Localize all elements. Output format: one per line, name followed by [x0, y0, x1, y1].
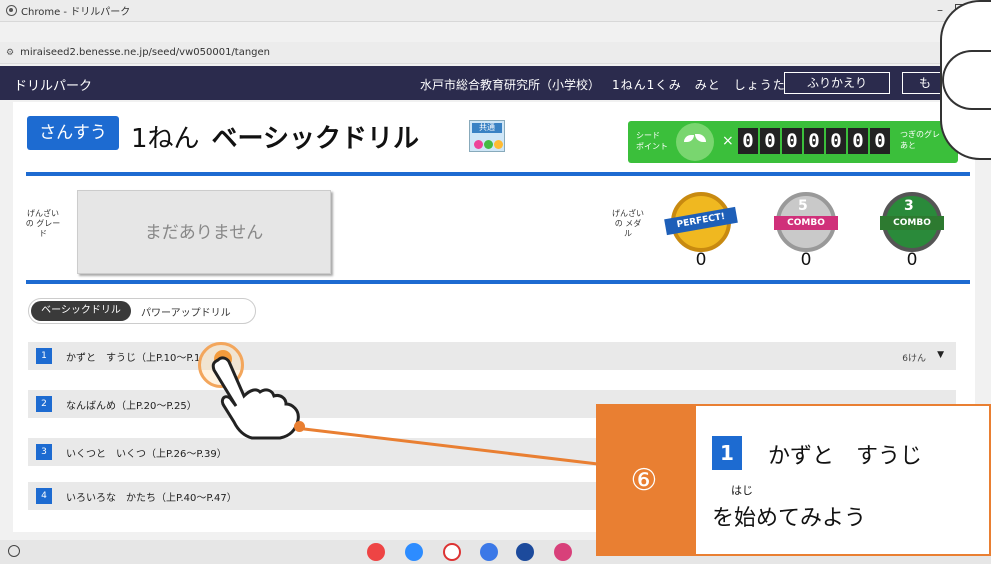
callout-connector-dot — [294, 421, 305, 432]
step-number-panel: ⑥ — [596, 404, 696, 556]
url-text[interactable]: miraiseed2.benesse.ne.jp/seed/vw050001/t… — [20, 47, 270, 58]
tab-powerup-drill[interactable]: パワーアップドリル — [141, 304, 231, 319]
divider — [26, 172, 970, 176]
drill-number: 3 — [36, 444, 52, 460]
seed-digit: 0 — [760, 128, 780, 154]
student-name: 1ねん1くみ みと しょうた — [612, 78, 786, 92]
combo3-medal-icon: 3 COMBO — [880, 192, 944, 252]
drill-title: いろいろな かたち（上P.40～P.47） — [66, 492, 237, 504]
site-info-icon[interactable]: ⚙ — [6, 48, 14, 58]
combo-number: 3 — [904, 198, 914, 214]
window-title: Chrome - ドリルパーク — [21, 7, 131, 18]
seed-digit: 0 — [826, 128, 846, 154]
window-titlebar: Chrome - ドリルパーク – — [0, 0, 991, 22]
perfect-medal-text: PERFECT! — [664, 206, 738, 236]
seed-digit: 0 — [804, 128, 824, 154]
drill-title: いくつと いくつ（上P.26～P.39） — [66, 448, 227, 460]
seed-points-label: シード ポイント — [636, 131, 668, 151]
seed-points-counter: 0 0 0 0 0 0 0 — [738, 128, 892, 154]
combo-medal-text: COMBO — [774, 216, 838, 230]
gmail-icon[interactable] — [443, 543, 461, 561]
seed-digit: 0 — [870, 128, 890, 154]
perfect-count: 0 — [695, 250, 707, 270]
drill-number: 4 — [36, 488, 52, 504]
combo5-count: 0 — [800, 250, 812, 270]
instruction-callout: 1 かずと すうじ はじ を始めてみよう — [696, 404, 991, 556]
kyotsu-label: 共通 — [472, 123, 502, 133]
callout-instruction: を始めてみよう — [712, 506, 867, 531]
chrome-icon[interactable] — [367, 543, 385, 561]
current-grade-label: げんざい の グレード — [25, 209, 61, 238]
subject-badge: さんすう — [27, 116, 119, 150]
combo3-count: 0 — [906, 250, 918, 270]
next-grade-label: つぎのグレ あと — [900, 130, 940, 150]
seed-digit: 0 — [848, 128, 868, 154]
callout-drill-title: かずと すうじ — [768, 444, 923, 469]
furigana: はじ — [731, 484, 753, 497]
drill-title: なんばんめ（上P.20～P.25） — [66, 400, 197, 412]
step-number: ⑥ — [630, 463, 658, 498]
app-header: ドリルパーク 水戸市総合教育研究所（小学校） 1ねん1くみ みと しょうた ふり… — [0, 66, 991, 100]
drill-number: 2 — [36, 396, 52, 412]
current-medal-label: げんざい の メダル — [612, 209, 644, 238]
review-button[interactable]: ふりかえり — [784, 72, 890, 94]
times-symbol: × — [722, 133, 734, 149]
organization-name: 水戸市総合教育研究所（小学校） — [420, 78, 601, 92]
drill-name: ベーシックドリル — [211, 124, 420, 154]
app-title: ドリルパーク — [14, 79, 93, 94]
drill-tabs: ベーシックドリル パワーアップドリル — [28, 298, 256, 324]
sprout-icon — [676, 123, 714, 161]
page-title: 1ねん ベーシックドリル — [131, 118, 419, 155]
drill-title: かずと すうじ（上P.10～P.1 — [66, 352, 201, 364]
drill-row-1[interactable]: 1 かずと すうじ（上P.10～P.1 6けん ▼ — [28, 342, 956, 370]
chrome-icon — [6, 5, 17, 16]
kyotsu-icon: 共通 — [469, 120, 505, 152]
perfect-medal-icon: PERFECT! — [664, 192, 738, 252]
app-icon[interactable] — [516, 543, 534, 561]
grade-label: 1ねん — [131, 124, 200, 154]
drill-number: 1 — [36, 348, 52, 364]
combo-number: 5 — [798, 198, 808, 214]
seed-points-panel: シード ポイント × 0 0 0 0 0 0 0 つぎのグレ あと — [628, 121, 958, 163]
grade-display: まだありません — [77, 190, 331, 274]
docs-icon[interactable] — [480, 543, 498, 561]
zoom-icon[interactable] — [405, 543, 423, 561]
app2-icon[interactable] — [554, 543, 572, 561]
tab-basic-drill[interactable]: ベーシックドリル — [31, 301, 131, 321]
seed-digit: 0 — [738, 128, 758, 154]
drill-count: 6けん — [902, 354, 926, 364]
address-bar[interactable]: ⚙ miraiseed2.benesse.ne.jp/seed/vw050001… — [0, 42, 991, 64]
seed-digit: 0 — [782, 128, 802, 154]
launcher-icon[interactable] — [8, 545, 20, 557]
expand-caret-icon[interactable]: ▼ — [937, 350, 944, 360]
combo-medal-text: COMBO — [880, 216, 944, 230]
callout-drill-number: 1 — [712, 436, 742, 470]
divider — [26, 280, 970, 284]
combo5-medal-icon: 5 COMBO — [774, 192, 838, 252]
minimize-button[interactable]: – — [937, 3, 943, 17]
